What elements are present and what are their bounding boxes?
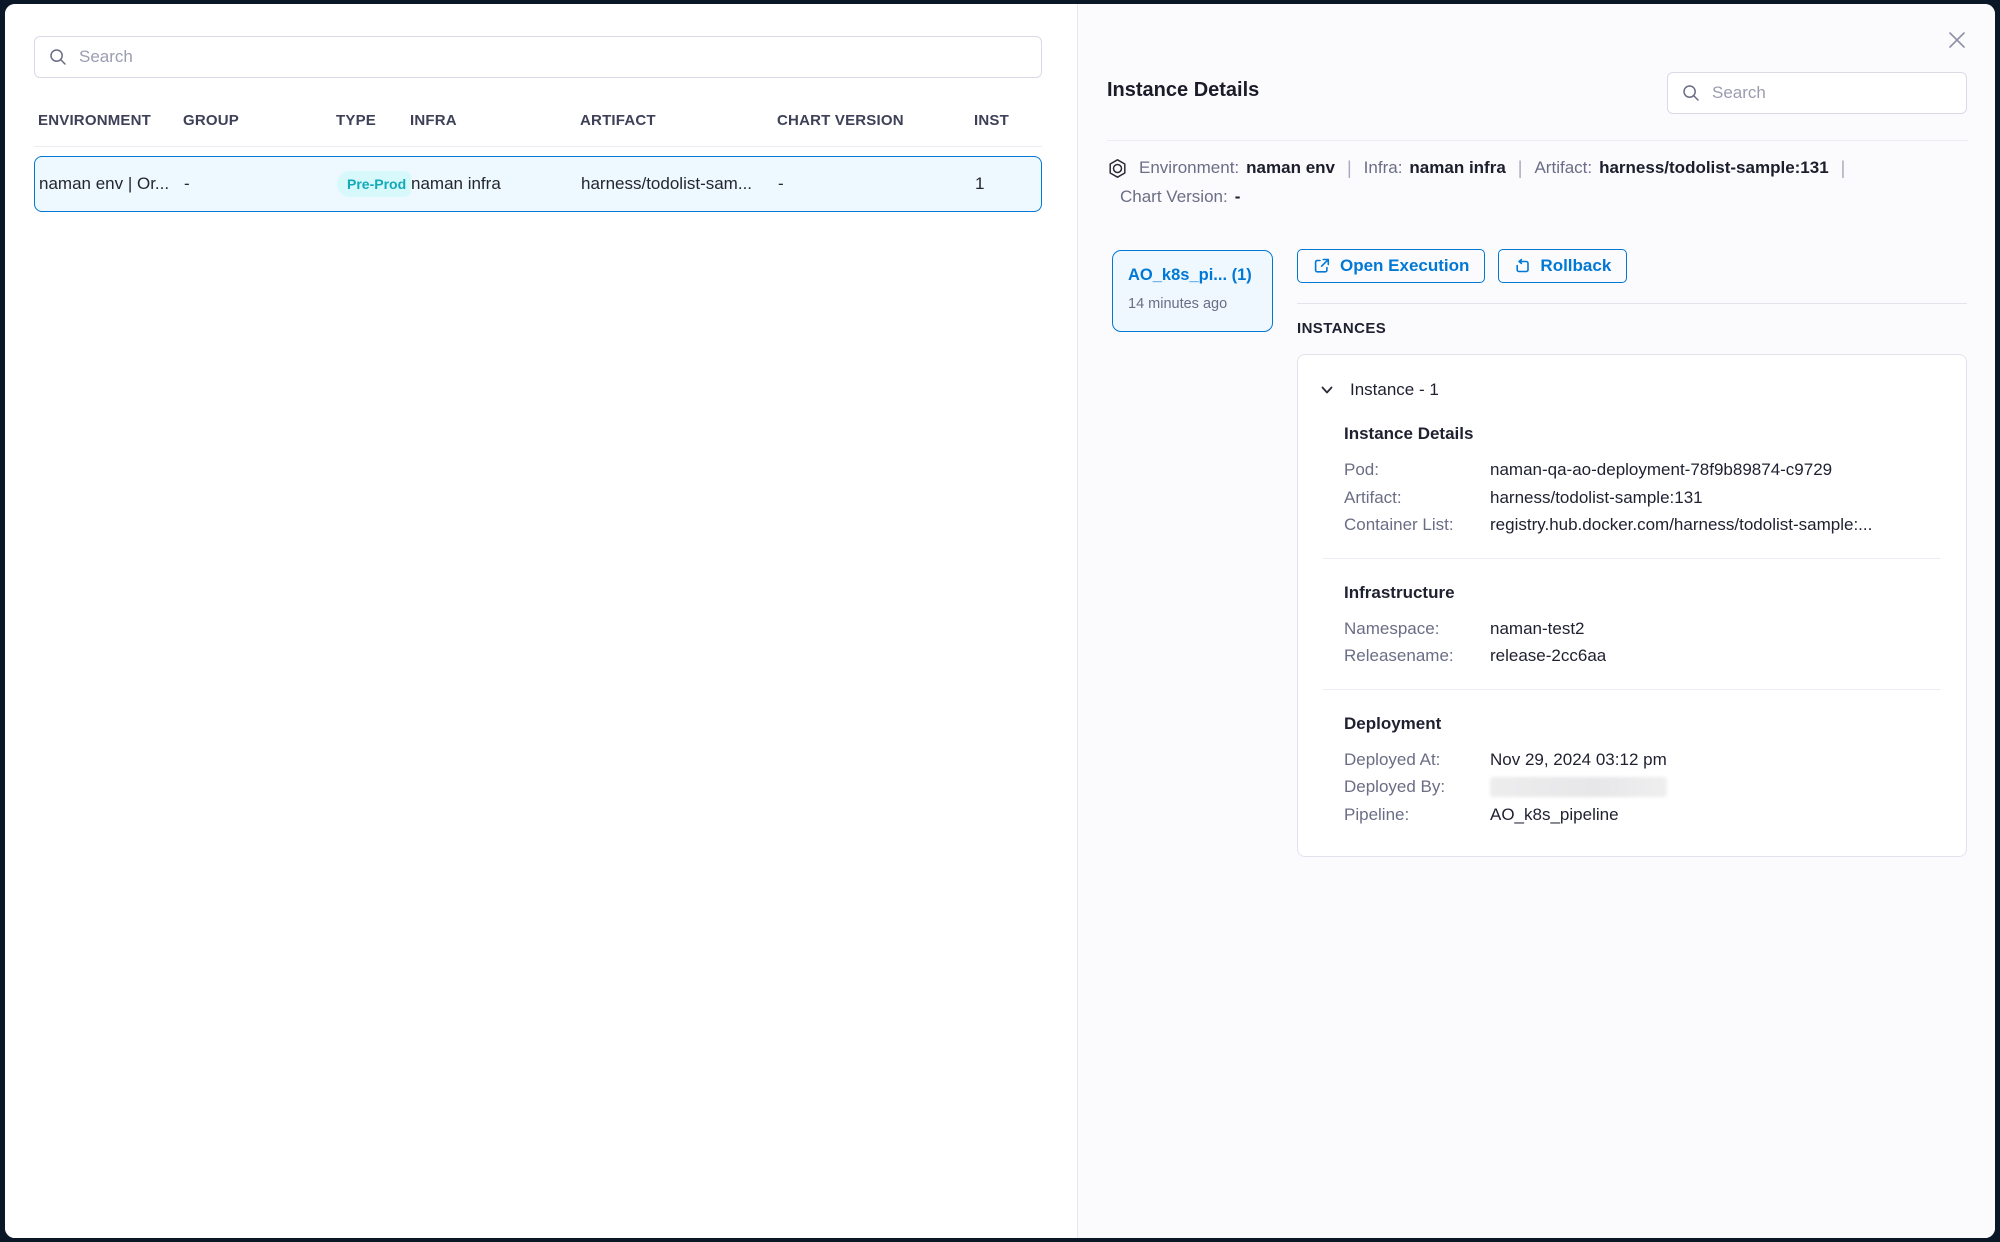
- redacted-value: [1490, 777, 1667, 797]
- external-link-icon: [1313, 257, 1331, 275]
- infra-label: Infra:: [1364, 154, 1403, 182]
- separator: |: [1518, 154, 1523, 182]
- detail-value: Nov 29, 2024 03:12 pm: [1490, 746, 1667, 774]
- close-icon: [1945, 28, 1969, 52]
- detail-value: harness/todolist-sample:131: [1490, 484, 1703, 512]
- search-icon: [48, 47, 68, 67]
- execution-card[interactable]: AO_k8s_pi... (1) 14 minutes ago: [1112, 250, 1273, 332]
- instances-heading: INSTANCES: [1297, 320, 1386, 337]
- panel-search-input[interactable]: [1712, 83, 1953, 103]
- execution-card-time: 14 minutes ago: [1128, 296, 1272, 312]
- detail-value: naman-test2: [1490, 615, 1585, 643]
- close-button[interactable]: [1943, 26, 1971, 54]
- detail-row: Pipeline:AO_k8s_pipeline: [1344, 801, 1940, 829]
- detail-row: Deployed At:Nov 29, 2024 03:12 pm: [1344, 746, 1940, 774]
- environment-label: Environment:: [1139, 154, 1239, 182]
- cell-environment: naman env | Or...: [39, 174, 184, 194]
- instance-expand-header[interactable]: Instance - 1: [1319, 380, 1940, 400]
- instance-details-panel: Instance Details Environment: naman env …: [1078, 4, 1995, 1238]
- column-header-group: GROUP: [183, 112, 336, 129]
- separator: |: [1841, 154, 1846, 182]
- detail-row: Artifact:harness/todolist-sample:131: [1344, 484, 1940, 512]
- detail-section: Infrastructure Namespace:naman-test2Relea…: [1319, 583, 1940, 670]
- detail-label: Pipeline:: [1344, 801, 1490, 829]
- section-heading: Instance Details: [1344, 424, 1940, 444]
- pre-prod-badge: Pre-Prod: [337, 171, 411, 197]
- column-header-chart-version: CHART VERSION: [777, 112, 974, 129]
- separator: |: [1347, 154, 1352, 182]
- infra-value: naman infra: [1409, 154, 1505, 182]
- deployments-modal: ENVIRONMENT GROUP TYPE INFRA ARTIFACT CH…: [5, 4, 1995, 1238]
- actions-divider: [1297, 303, 1967, 304]
- detail-label: Deployed At:: [1344, 746, 1490, 774]
- detail-label: Container List:: [1344, 511, 1490, 539]
- instance-title: Instance - 1: [1350, 380, 1439, 400]
- cell-group: -: [184, 174, 337, 194]
- cell-chart-version: -: [778, 174, 975, 194]
- open-execution-button[interactable]: Open Execution: [1297, 249, 1485, 283]
- table-search-input[interactable]: [79, 47, 1028, 67]
- detail-label: Releasename:: [1344, 642, 1490, 670]
- section-divider: [1323, 689, 1940, 690]
- rollback-icon: [1514, 258, 1531, 275]
- section-heading: Deployment: [1344, 714, 1940, 734]
- panel-search: [1667, 72, 1967, 114]
- cell-infra: naman infra: [411, 174, 581, 194]
- cell-inst: 1: [975, 174, 1041, 194]
- cell-artifact: harness/todolist-sam...: [581, 174, 778, 194]
- environment-hexagon-icon: [1107, 158, 1128, 179]
- detail-label: Namespace:: [1344, 615, 1490, 643]
- cell-type: Pre-Prod: [337, 171, 411, 197]
- detail-value: release-2cc6aa: [1490, 642, 1606, 670]
- instance-sections: Instance Details Pod:naman-qa-ao-deployme…: [1319, 424, 1940, 828]
- environments-table-panel: ENVIRONMENT GROUP TYPE INFRA ARTIFACT CH…: [5, 4, 1078, 1238]
- deployment-summary: Environment: naman env | Infra: naman in…: [1107, 154, 1968, 211]
- detail-row: Deployed By:: [1344, 773, 1940, 801]
- instance-card: Instance - 1 Instance Details Pod:naman-q…: [1297, 354, 1967, 857]
- section-heading: Infrastructure: [1344, 583, 1940, 603]
- execution-card-title: AO_k8s_pi... (1): [1128, 266, 1272, 285]
- detail-row: Pod:naman-qa-ao-deployment-78f9b89874-c9…: [1344, 456, 1940, 484]
- table-header-divider: [34, 146, 1042, 147]
- environment-value: naman env: [1246, 154, 1335, 182]
- column-header-environment: ENVIRONMENT: [38, 112, 183, 129]
- artifact-label: Artifact:: [1534, 154, 1592, 182]
- panel-title: Instance Details: [1107, 79, 1259, 102]
- detail-row: Releasename:release-2cc6aa: [1344, 642, 1940, 670]
- detail-label: Pod:: [1344, 456, 1490, 484]
- artifact-value: harness/todolist-sample:131: [1599, 154, 1829, 182]
- detail-section: Deployment Deployed At:Nov 29, 2024 03:12…: [1319, 714, 1940, 829]
- action-buttons: Open Execution Rollback: [1297, 249, 1627, 283]
- detail-label: Artifact:: [1344, 484, 1490, 512]
- open-execution-label: Open Execution: [1340, 256, 1469, 276]
- table-row-selected[interactable]: naman env | Or... - Pre-Prod naman infra…: [34, 156, 1042, 212]
- search-icon: [1681, 83, 1701, 103]
- column-header-artifact: ARTIFACT: [580, 112, 777, 129]
- detail-row: Namespace:naman-test2: [1344, 615, 1940, 643]
- rollback-button[interactable]: Rollback: [1498, 249, 1627, 283]
- detail-row: Container List:registry.hub.docker.com/h…: [1344, 511, 1940, 539]
- detail-label: Deployed By:: [1344, 773, 1490, 801]
- rollback-label: Rollback: [1540, 256, 1611, 276]
- column-header-infra: INFRA: [410, 112, 580, 129]
- detail-value: naman-qa-ao-deployment-78f9b89874-c9729: [1490, 456, 1832, 484]
- panel-header-divider: [1107, 140, 1968, 141]
- column-header-inst: INST: [974, 112, 1042, 129]
- detail-value: AO_k8s_pipeline: [1490, 801, 1619, 829]
- chart-version-label: Chart Version:: [1120, 183, 1228, 211]
- column-header-type: TYPE: [336, 112, 410, 129]
- detail-section: Instance Details Pod:naman-qa-ao-deployme…: [1319, 424, 1940, 539]
- chart-version-value: -: [1235, 183, 1241, 211]
- chevron-down-icon: [1319, 382, 1335, 398]
- table-header: ENVIRONMENT GROUP TYPE INFRA ARTIFACT CH…: [34, 112, 1042, 129]
- table-search: [34, 36, 1042, 78]
- section-divider: [1323, 558, 1940, 559]
- detail-value: registry.hub.docker.com/harness/todolist…: [1490, 511, 1872, 539]
